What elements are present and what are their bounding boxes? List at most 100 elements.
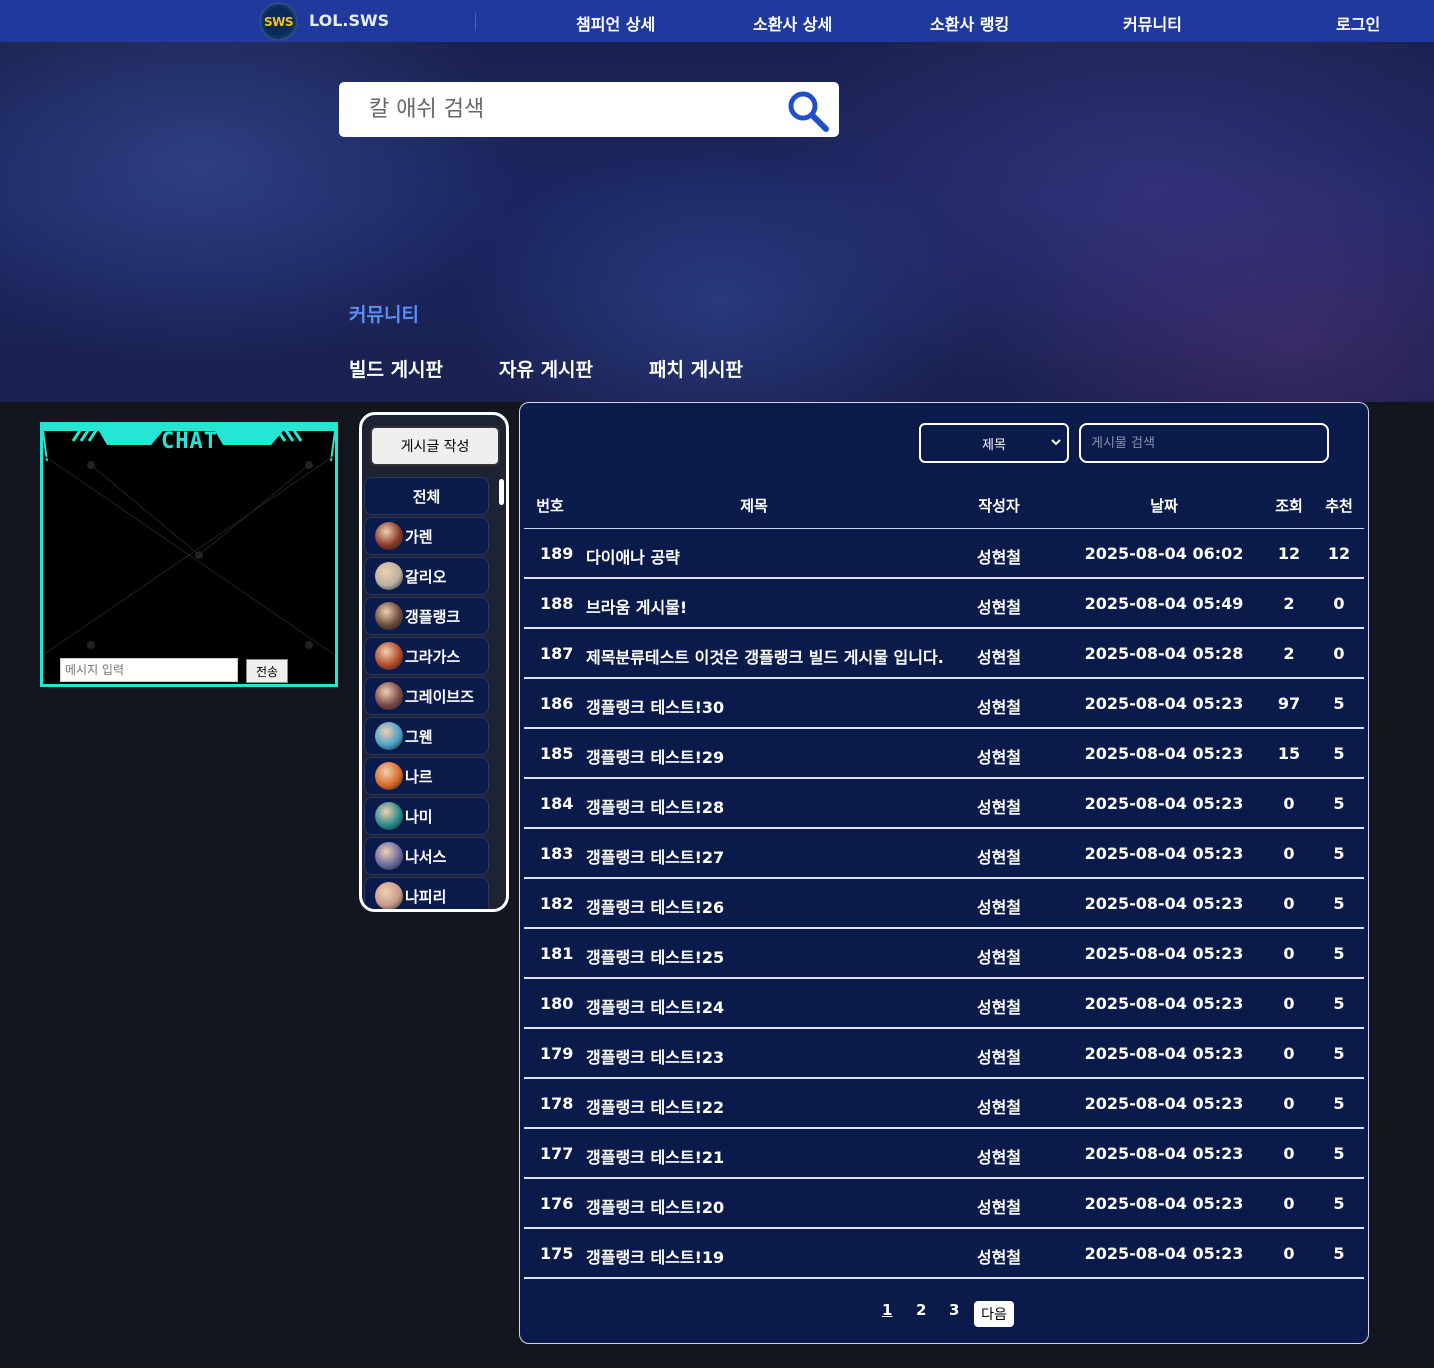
post-views: 0: [1283, 844, 1295, 863]
champion-avatar-icon: [375, 602, 403, 630]
summoner-search-input[interactable]: [339, 82, 779, 137]
champion-name: 가렌: [405, 527, 433, 546]
champion-filter-item[interactable]: 갱플랭크: [364, 597, 489, 635]
post-title[interactable]: 갱플랭크 테스트!25: [586, 944, 724, 968]
post-date: 2025-08-04 05:23: [1084, 944, 1244, 963]
post-author: 성현철: [976, 798, 1022, 817]
champion-avatar-icon: [375, 642, 403, 670]
chat-message-input[interactable]: [60, 658, 238, 682]
table-row[interactable]: 177 갱플랭크 테스트!21 성현철 2025-08-04 05:23 0 5: [524, 1129, 1364, 1179]
post-title[interactable]: 갱플랭크 테스트!22: [586, 1094, 724, 1118]
post-title[interactable]: 갱플랭크 테스트!29: [586, 744, 724, 768]
nav-link-summoner-detail[interactable]: 소환사 상세: [753, 11, 832, 35]
champion-filter-item[interactable]: 갈리오: [364, 557, 489, 595]
post-title[interactable]: 갱플랭크 테스트!19: [586, 1244, 724, 1268]
champion-avatar-icon: [375, 842, 403, 870]
champion-filter-item[interactable]: 나피리: [364, 877, 489, 909]
champion-filter-item[interactable]: 그라가스: [364, 637, 489, 675]
post-likes: 5: [1333, 694, 1345, 713]
summoner-search-box: [339, 82, 839, 137]
logo-icon[interactable]: SWS: [259, 2, 298, 41]
champion-filter-item[interactable]: 그레이브즈: [364, 677, 489, 715]
post-author: 성현철: [976, 1248, 1022, 1267]
post-title[interactable]: 브라움 게시물!: [586, 594, 687, 618]
post-author: 성현철: [976, 1148, 1022, 1167]
table-row[interactable]: 175 갱플랭크 테스트!19 성현철 2025-08-04 05:23 0 5: [524, 1229, 1364, 1279]
champion-filter-all[interactable]: 전체: [364, 477, 489, 515]
champion-filter-item[interactable]: 나르: [364, 757, 489, 795]
table-row[interactable]: 176 갱플랭크 테스트!20 성현철 2025-08-04 05:23 0 5: [524, 1179, 1364, 1229]
next-page-button[interactable]: 다음: [974, 1301, 1014, 1327]
champion-filter-item[interactable]: 나서스: [364, 837, 489, 875]
table-row[interactable]: 179 갱플랭크 테스트!23 성현철 2025-08-04 05:23 0 5: [524, 1029, 1364, 1079]
post-date: 2025-08-04 05:49: [1084, 594, 1244, 613]
table-row[interactable]: 188 브라움 게시물! 성현철 2025-08-04 05:49 2 0: [524, 579, 1364, 629]
table-row[interactable]: 185 갱플랭크 테스트!29 성현철 2025-08-04 05:23 15 5: [524, 729, 1364, 779]
table-row[interactable]: 181 갱플랭크 테스트!25 성현철 2025-08-04 05:23 0 5: [524, 929, 1364, 979]
post-likes: 5: [1333, 994, 1345, 1013]
post-author: 성현철: [976, 948, 1022, 967]
champion-list-scrollbar[interactable]: [499, 479, 504, 505]
login-link[interactable]: 로그인: [1336, 11, 1380, 35]
page-title: 커뮤니티: [349, 304, 419, 326]
post-likes: 5: [1333, 844, 1345, 863]
post-title[interactable]: 갱플랭크 테스트!24: [586, 994, 724, 1018]
tab-build-board[interactable]: 빌드 게시판: [349, 355, 443, 382]
post-title[interactable]: 갱플랭크 테스트!20: [586, 1194, 724, 1218]
post-author: 성현철: [976, 848, 1022, 867]
column-header-views: 조회: [1275, 497, 1303, 515]
chat-send-button[interactable]: 전송: [246, 659, 288, 683]
search-filter-select[interactable]: 제목: [919, 423, 1069, 463]
champion-avatar-icon: [375, 562, 403, 590]
tab-free-board[interactable]: 자유 게시판: [499, 355, 593, 382]
table-row[interactable]: 186 갱플랭크 테스트!30 성현철 2025-08-04 05:23 97 5: [524, 679, 1364, 729]
nav-link-champion-detail[interactable]: 챔피언 상세: [576, 11, 655, 35]
table-row[interactable]: 178 갱플랭크 테스트!22 성현철 2025-08-04 05:23 0 5: [524, 1079, 1364, 1129]
page-link-2[interactable]: 2: [916, 1301, 926, 1319]
site-name[interactable]: LOL.SWS: [309, 11, 389, 30]
table-row[interactable]: 180 갱플랭크 테스트!24 성현철 2025-08-04 05:23 0 5: [524, 979, 1364, 1029]
post-title[interactable]: 갱플랭크 테스트!27: [586, 844, 724, 868]
page-link-1[interactable]: 1: [882, 1301, 892, 1319]
post-date: 2025-08-04 05:23: [1084, 1244, 1244, 1263]
post-author: 성현철: [976, 748, 1022, 767]
post-title[interactable]: 제목분류테스트 이것은 갱플랭크 빌드 게시물 입니다.: [586, 644, 944, 668]
champion-filter-item[interactable]: 그웬: [364, 717, 489, 755]
table-row[interactable]: 182 갱플랭크 테스트!26 성현철 2025-08-04 05:23 0 5: [524, 879, 1364, 929]
post-number: 187: [540, 644, 574, 663]
champion-name: 나서스: [405, 847, 447, 866]
post-likes: 5: [1333, 1194, 1345, 1213]
table-row[interactable]: 183 갱플랭크 테스트!27 성현철 2025-08-04 05:23 0 5: [524, 829, 1364, 879]
table-row[interactable]: 189 다이애나 공략 성현철 2025-08-04 06:02 12 12: [524, 529, 1364, 579]
post-likes: 5: [1333, 1094, 1345, 1113]
tab-patch-board[interactable]: 패치 게시판: [649, 355, 743, 382]
post-number: 176: [540, 1194, 574, 1213]
champion-avatar-icon: [375, 882, 403, 909]
table-header: 번호 제목 작성자 날짜 조회 추천: [524, 481, 1364, 529]
post-title[interactable]: 다이애나 공략: [586, 544, 680, 568]
column-header-title: 제목: [740, 497, 768, 515]
champion-filter-item[interactable]: 나미: [364, 797, 489, 835]
table-row[interactable]: 184 갱플랭크 테스트!28 성현철 2025-08-04 05:23 0 5: [524, 779, 1364, 829]
post-title[interactable]: 갱플랭크 테스트!26: [586, 894, 724, 918]
page-link-3[interactable]: 3: [949, 1301, 959, 1319]
post-number: 183: [540, 844, 574, 863]
post-title[interactable]: 갱플랭크 테스트!21: [586, 1144, 724, 1168]
table-row[interactable]: 187 제목분류테스트 이것은 갱플랭크 빌드 게시물 입니다. 성현철 2025-0…: [524, 629, 1364, 679]
post-date: 2025-08-04 05:23: [1084, 1194, 1244, 1213]
nav-link-summoner-ranking[interactable]: 소환사 랭킹: [930, 11, 1009, 35]
nav-link-community[interactable]: 커뮤니티: [1123, 11, 1182, 35]
post-number: 175: [540, 1244, 574, 1263]
champion-avatar-icon: [375, 522, 403, 550]
post-title[interactable]: 갱플랭크 테스트!23: [586, 1044, 724, 1068]
write-post-button[interactable]: 게시글 작성: [370, 426, 500, 466]
post-title[interactable]: 갱플랭크 테스트!28: [586, 794, 724, 818]
search-icon[interactable]: [786, 89, 830, 133]
post-search-input[interactable]: [1079, 423, 1329, 463]
post-date: 2025-08-04 05:23: [1084, 794, 1244, 813]
post-title[interactable]: 갱플랭크 테스트!30: [586, 694, 724, 718]
champion-filter-item[interactable]: 가렌: [364, 517, 489, 555]
post-date: 2025-08-04 05:23: [1084, 694, 1244, 713]
champion-name: 나르: [405, 767, 433, 786]
post-likes: 0: [1333, 594, 1345, 613]
